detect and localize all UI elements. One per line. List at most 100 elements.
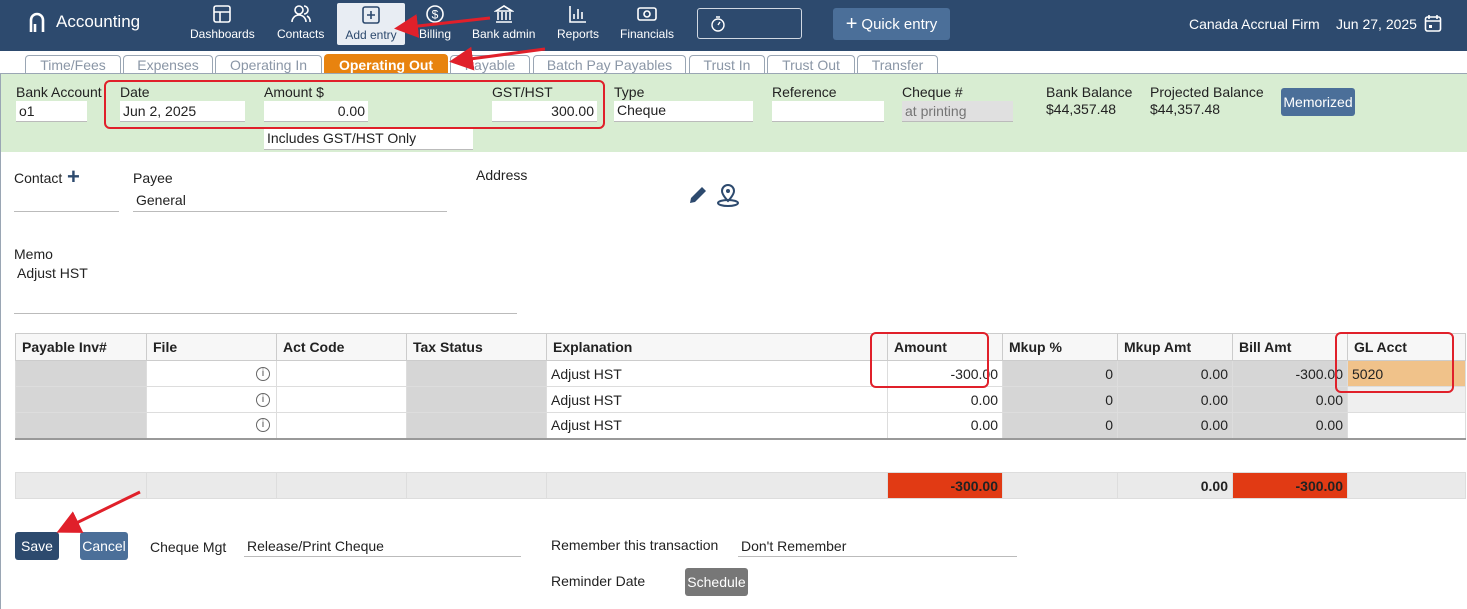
nav-dashboards[interactable]: Dashboards <box>190 4 255 46</box>
file-cell[interactable]: i <box>146 412 277 439</box>
info-icon[interactable]: i <box>256 392 270 407</box>
cheque-mgt-select[interactable]: Release/Print Cheque <box>244 537 521 557</box>
mkup-amt-cell: 0.00 <box>1117 386 1233 413</box>
table-row[interactable]: i Adjust HST -300.00 0 0.00 -300.00 5020 <box>15 360 1466 387</box>
total-blank <box>1347 472 1466 499</box>
info-icon[interactable]: i <box>256 366 270 381</box>
amount-cell[interactable]: 0.00 <box>887 386 1003 413</box>
edit-pencil-icon[interactable] <box>687 184 709 206</box>
memorized-button[interactable]: Memorized <box>1281 88 1355 116</box>
reports-icon <box>569 6 587 23</box>
bank-account-field[interactable] <box>16 101 87 122</box>
col-payable-inv[interactable]: Payable Inv# <box>15 333 147 361</box>
annotation-box-date-gst <box>104 80 605 129</box>
tax-option-select[interactable]: Includes GST/HST Only <box>264 129 473 150</box>
payee-field[interactable]: General <box>133 191 447 212</box>
explanation-cell[interactable]: Adjust HST <box>546 386 888 413</box>
tab-time-fees[interactable]: Time/Fees <box>25 55 121 74</box>
col-tax-status[interactable]: Tax Status <box>406 333 547 361</box>
col-explanation[interactable]: Explanation <box>546 333 888 361</box>
tab-payable[interactable]: Payable <box>450 55 530 74</box>
nav-billing[interactable]: $ Billing <box>419 4 451 46</box>
explanation-cell[interactable]: Adjust HST <box>546 360 888 387</box>
col-mkup-pct[interactable]: Mkup % <box>1002 333 1118 361</box>
contacts-icon <box>290 5 311 23</box>
annotation-box-amount <box>870 332 989 388</box>
explanation-cell[interactable]: Adjust HST <box>546 412 888 439</box>
total-bill-amt: -300.00 <box>1232 472 1348 499</box>
reference-field[interactable] <box>772 101 884 122</box>
timer-button[interactable] <box>697 8 802 39</box>
col-mkup-amt[interactable]: Mkup Amt <box>1117 333 1233 361</box>
act-code-cell[interactable] <box>276 386 407 413</box>
totals-row: -300.00 0.00 -300.00 <box>15 472 1466 499</box>
tax-status-cell <box>406 412 547 439</box>
payable-inv-cell <box>15 412 147 439</box>
nav-reports[interactable]: Reports <box>557 4 599 46</box>
col-bill-amt[interactable]: Bill Amt <box>1232 333 1348 361</box>
remember-label: Remember this transaction <box>551 537 719 553</box>
act-code-cell[interactable] <box>276 360 407 387</box>
total-blank <box>15 472 147 499</box>
total-mkup-amt: 0.00 <box>1117 472 1233 499</box>
nav-label: Bank admin <box>472 27 536 41</box>
schedule-button[interactable]: Schedule <box>685 568 748 596</box>
bill-amt-cell: 0.00 <box>1232 412 1348 439</box>
transaction-header-panel: Bank Account Date Amount $ Includes GST/… <box>1 74 1467 152</box>
gl-acct-cell[interactable] <box>1347 412 1466 439</box>
tab-transfer[interactable]: Transfer <box>857 55 938 74</box>
quick-entry-button[interactable]: + Quick entry <box>833 8 950 40</box>
nav-contacts[interactable]: Contacts <box>277 4 324 46</box>
act-code-cell[interactable] <box>276 412 407 439</box>
memo-field[interactable]: Adjust HST <box>14 263 517 314</box>
top-bar: Accounting Dashboards Contacts Add entry… <box>0 0 1467 51</box>
bank-balance-value: $44,357.48 <box>1046 101 1117 117</box>
col-file[interactable]: File <box>146 333 277 361</box>
map-pin-icon[interactable] <box>715 182 741 208</box>
save-button[interactable]: Save <box>15 532 59 560</box>
bank-account-label: Bank Account <box>16 84 102 100</box>
billing-icon: $ <box>426 5 444 23</box>
file-cell[interactable]: i <box>146 386 277 413</box>
memo-label: Memo <box>14 246 53 262</box>
reference-label: Reference <box>772 84 837 100</box>
cancel-button[interactable]: Cancel <box>80 532 128 560</box>
tab-batch-pay-payables[interactable]: Batch Pay Payables <box>533 55 686 74</box>
tab-operating-in[interactable]: Operating In <box>215 55 322 74</box>
nav-label: Reports <box>557 27 600 41</box>
tab-expenses[interactable]: Expenses <box>123 55 213 74</box>
bill-amt-cell: 0.00 <box>1232 386 1348 413</box>
mkup-pct-cell: 0 <box>1002 360 1118 387</box>
table-row[interactable]: i Adjust HST 0.00 0 0.00 0.00 <box>15 386 1466 413</box>
nav-add-entry[interactable]: Add entry <box>337 3 405 45</box>
calendar-icon[interactable] <box>1424 14 1442 32</box>
file-cell[interactable]: i <box>146 360 277 387</box>
col-act-code[interactable]: Act Code <box>276 333 407 361</box>
nav-bank-admin[interactable]: Bank admin <box>472 4 535 46</box>
projected-balance-label: Projected Balance <box>1150 84 1264 100</box>
type-select[interactable]: Cheque <box>614 101 753 122</box>
contact-field[interactable] <box>14 192 119 212</box>
payee-label: Payee <box>133 170 173 186</box>
total-blank <box>546 472 888 499</box>
tab-trust-out[interactable]: Trust Out <box>767 55 855 74</box>
add-contact-icon[interactable]: + <box>67 164 80 190</box>
tax-status-cell <box>406 386 547 413</box>
bank-balance-label: Bank Balance <box>1046 84 1133 100</box>
mkup-amt-cell: 0.00 <box>1117 412 1233 439</box>
entry-tabs: Time/Fees Expenses Operating In Operatin… <box>0 51 1467 74</box>
table-row[interactable]: i Adjust HST 0.00 0 0.00 0.00 <box>15 412 1466 439</box>
tab-operating-out[interactable]: Operating Out <box>324 54 448 74</box>
total-blank <box>1002 472 1118 499</box>
reminder-date-label: Reminder Date <box>551 573 646 589</box>
app-logo[interactable]: Accounting <box>28 11 140 33</box>
remember-select[interactable]: Don't Remember <box>738 537 1017 557</box>
tab-trust-in[interactable]: Trust In <box>689 55 765 74</box>
payable-inv-cell <box>15 360 147 387</box>
nav-label: Dashboards <box>190 27 255 41</box>
firm-name[interactable]: Canada Accrual Firm <box>1189 16 1320 32</box>
nav-financials[interactable]: Financials <box>620 4 674 46</box>
payable-inv-cell <box>15 386 147 413</box>
amount-cell[interactable]: 0.00 <box>887 412 1003 439</box>
info-icon[interactable]: i <box>256 418 270 433</box>
